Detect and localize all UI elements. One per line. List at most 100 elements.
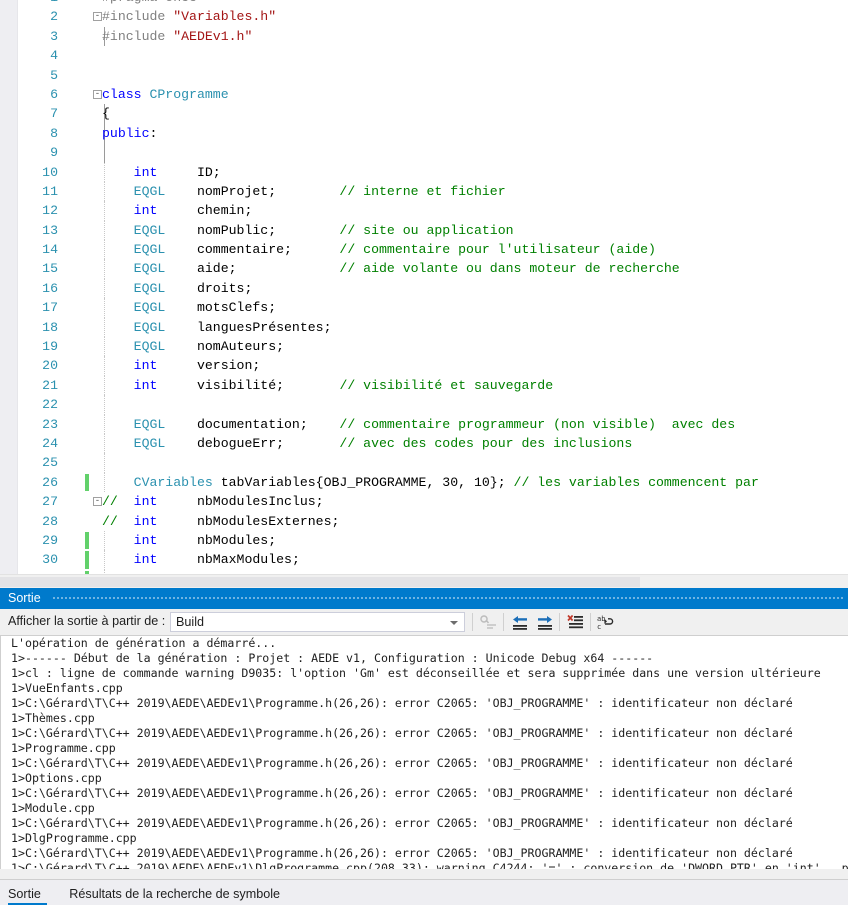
code-line[interactable]: 14 EQGL commentaire; // commentaire pour…: [0, 240, 848, 260]
code-line[interactable]: 2 - #include "Variables.h": [0, 7, 848, 26]
code-token: int: [133, 532, 158, 548]
output-text-area[interactable]: L'opération de génération a démarré... 1>…: [0, 636, 848, 869]
vs-ide-window: 1#pragma once2-#include "Variables.h"3#i…: [0, 0, 848, 905]
code-line[interactable]: 12 int chemin;: [0, 201, 848, 221]
code-line-text: EQGL aide; // aide volante ou dans moteu…: [102, 259, 680, 278]
output-line[interactable]: 1>C:\Gérard\T\C++ 2019\AEDE\AEDEv1\Progr…: [1, 726, 848, 741]
go-to-next-message-icon: [538, 616, 552, 630]
output-line[interactable]: 1>C:\Gérard\T\C++ 2019\AEDE\AEDEv1\Progr…: [1, 786, 848, 801]
editor-horizontal-scrollbar[interactable]: [0, 574, 848, 588]
code-line[interactable]: 23 EQGL documentation; // commentaire pr…: [0, 414, 848, 434]
change-bar: [85, 86, 89, 103]
output-line[interactable]: 1>cl : ligne de commande warning D9035: …: [1, 666, 848, 681]
code-line-text: EQGL commentaire; // commentaire pour l'…: [102, 240, 656, 259]
code-token: #include: [102, 28, 174, 44]
code-line[interactable]: 21 int visibilité; // visibilité et sauv…: [0, 375, 848, 396]
code-line-text: CVariables tabVariables{OBJ_PROGRAMME, 3…: [102, 473, 759, 492]
code-line[interactable]: 11 EQGL nomProjet; // interne et fichier: [0, 181, 848, 202]
code-line[interactable]: 15 EQGL aide; // aide volante ou dans mo…: [0, 259, 848, 279]
bottom-tab-symbol-results[interactable]: Résultats de la recherche de symbole: [69, 884, 280, 904]
code-line[interactable]: 10 int ID;: [0, 162, 848, 182]
fold-collapse-icon[interactable]: -: [93, 89, 102, 99]
code-token: class: [102, 86, 150, 102]
code-line[interactable]: 22: [0, 395, 848, 415]
code-line[interactable]: 5: [0, 66, 848, 85]
code-line[interactable]: 17 EQGL motsClefs;: [0, 298, 848, 318]
code-line[interactable]: 26 CVariables tabVariables{OBJ_PROGRAMME…: [0, 472, 848, 493]
output-line[interactable]: 1>------ Début de la génération : Projet…: [1, 651, 848, 666]
output-line[interactable]: 1>C:\Gérard\T\C++ 2019\AEDE\AEDEv1\Progr…: [1, 696, 848, 711]
code-line[interactable]: 16 EQGL droits;: [0, 278, 848, 299]
output-line[interactable]: L'opération de génération a démarré...: [1, 636, 848, 651]
change-bar: [85, 105, 89, 122]
change-bar: [85, 435, 89, 452]
code-line[interactable]: 20 int version;: [0, 356, 848, 376]
line-number: 16: [42, 280, 58, 296]
code-line[interactable]: 30 int nbMaxModules;: [0, 550, 848, 570]
output-line[interactable]: 1>DlgProgramme.cpp: [1, 831, 848, 846]
line-number: 24: [42, 435, 58, 451]
code-line[interactable]: 6 - class CProgramme: [0, 85, 848, 104]
code-line[interactable]: 29 int nbModules;: [0, 530, 848, 551]
change-bar: [85, 0, 89, 6]
code-line-text: EQGL nomAuteurs;: [102, 337, 284, 356]
code-line[interactable]: 3 #include "AEDEv1.h": [0, 26, 848, 47]
code-line[interactable]: 19 EQGL nomAuteurs;: [0, 337, 848, 357]
change-bar: [85, 222, 89, 239]
output-line[interactable]: 1>VueEnfants.cpp: [1, 681, 848, 696]
code-token: EQGL: [133, 183, 166, 199]
code-line[interactable]: 9: [0, 143, 848, 163]
code-line[interactable]: 25: [0, 453, 848, 473]
output-line[interactable]: 1>Thèmes.cpp: [1, 711, 848, 726]
output-line[interactable]: 1>C:\Gérard\T\C++ 2019\AEDE\AEDEv1\Progr…: [1, 756, 848, 771]
go-to-next-message-button[interactable]: [534, 612, 556, 633]
code-line[interactable]: 8 public:: [0, 123, 848, 144]
code-line-text: EQGL motsClefs;: [102, 298, 276, 317]
code-token: // interne et fichier: [339, 183, 506, 199]
output-line[interactable]: 1>C:\Gérard\T\C++ 2019\AEDE\AEDEv1\Progr…: [1, 846, 848, 861]
line-number: 22: [42, 397, 58, 413]
code-line[interactable]: 28 // int nbModulesExternes;: [0, 512, 848, 531]
code-token: EQGL: [133, 300, 166, 316]
bottom-tab-output[interactable]: Sortie: [8, 884, 41, 904]
fold-collapse-icon[interactable]: -: [93, 497, 102, 507]
output-line[interactable]: 1>C:\Gérard\T\C++ 2019\AEDE\AEDEv1\DlgPr…: [1, 861, 848, 869]
code-line[interactable]: 13 EQGL nomPublic; // site ou applicatio…: [0, 220, 848, 241]
fold-collapse-icon[interactable]: -: [93, 12, 102, 22]
code-line[interactable]: 24 EQGL debogueErr; // avec des codes po…: [0, 433, 848, 454]
code-line[interactable]: 27 -// int nbModulesInclus;: [0, 492, 848, 511]
code-line[interactable]: 18 EQGL languesPrésentes;: [0, 317, 848, 338]
output-line[interactable]: 1>Programme.cpp: [1, 741, 848, 756]
find-message-in-code-button[interactable]: [478, 612, 500, 633]
change-bar: [85, 396, 89, 413]
go-to-previous-message-icon: [513, 616, 527, 630]
change-bar: [85, 357, 89, 374]
code-line[interactable]: 1 #pragma once: [0, 0, 848, 7]
code-token: nbModulesExternes;: [157, 513, 340, 529]
output-line[interactable]: 1>C:\Gérard\T\C++ 2019\AEDE\AEDEv1\Progr…: [1, 816, 848, 831]
clear-all-button[interactable]: [565, 612, 587, 633]
output-line[interactable]: 1>Module.cpp: [1, 801, 848, 816]
code-token: // avec des codes pour des inclusions: [339, 435, 633, 451]
line-number: 12: [42, 203, 58, 219]
editor-hscroll-thumb[interactable]: [0, 577, 640, 587]
code-token: // commentaire pour l'utilisateur (aide): [339, 242, 656, 258]
change-bar: [85, 8, 89, 25]
output-panel: Sortie Afficher la sortie à partir de : …: [0, 588, 848, 905]
code-line[interactable]: 7{: [0, 104, 848, 124]
code-line[interactable]: 4: [0, 46, 848, 65]
code-token: EQGL: [133, 280, 166, 296]
toggle-word-wrap-button[interactable]: ab c: [594, 612, 616, 633]
code-token: // commentaire programmeur (non visible)…: [339, 416, 736, 432]
chevron-down-icon[interactable]: [450, 621, 458, 625]
output-horizontal-scrollbar[interactable]: [0, 869, 848, 879]
output-source-combobox[interactable]: Build: [170, 612, 465, 632]
change-bar: [85, 28, 89, 45]
code-editor[interactable]: 1#pragma once2-#include "Variables.h"3#i…: [0, 0, 848, 588]
output-line[interactable]: 1>Options.cpp: [1, 771, 848, 786]
go-to-previous-message-button[interactable]: [509, 612, 531, 633]
